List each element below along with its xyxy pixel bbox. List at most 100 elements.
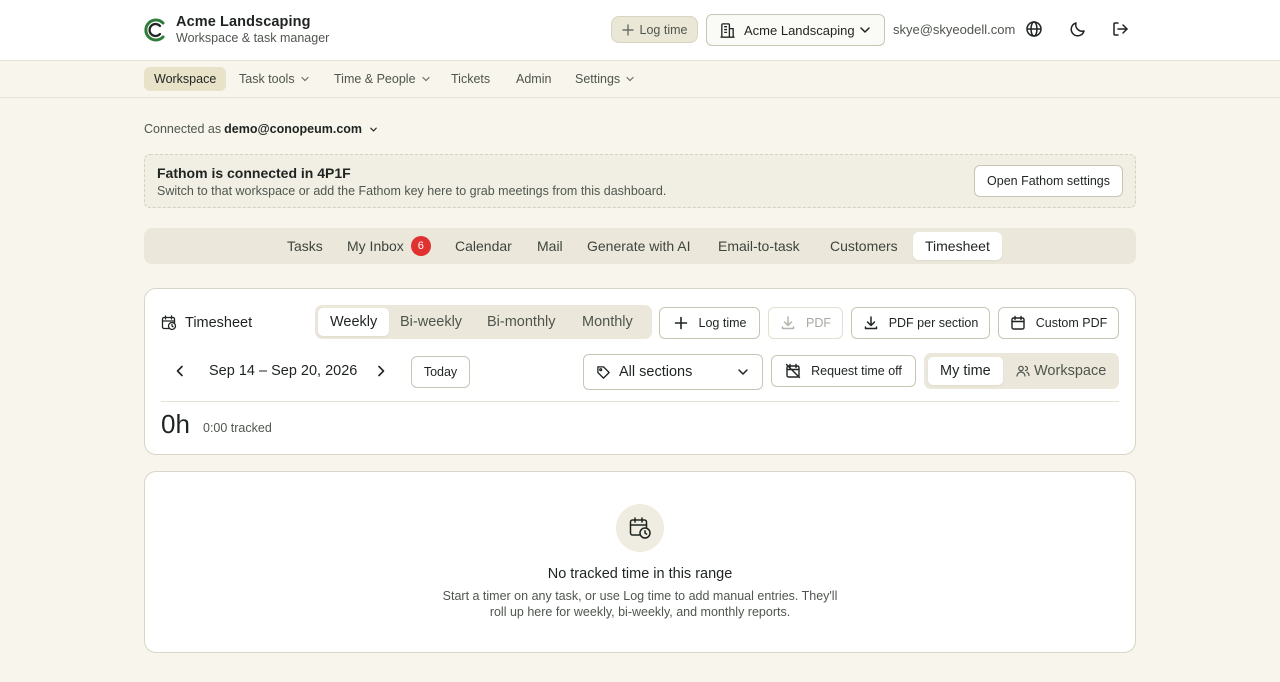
total-hours: 0h	[161, 409, 190, 439]
chevron-down-icon	[370, 127, 377, 132]
nav-task-tools[interactable]: Task tools	[229, 67, 320, 91]
custom-pdf-label: Custom PDF	[1035, 316, 1108, 330]
tab-label: My Inbox	[347, 238, 404, 254]
nav-label: Tickets	[451, 72, 491, 86]
chevron-down-icon	[626, 76, 634, 82]
fathom-banner: Fathom is connected in 4P1F Switch to th…	[144, 154, 1136, 208]
tab-timesheet[interactable]: Timesheet	[913, 232, 1002, 260]
tab-generate-with-ai[interactable]: Generate with AI	[575, 232, 703, 260]
tab-email-to-task[interactable]: Email-to-task	[706, 232, 812, 260]
chevron-down-icon	[738, 369, 748, 375]
open-fathom-settings-button[interactable]: Open Fathom settings	[974, 165, 1123, 197]
tab-label: Generate with AI	[587, 238, 691, 254]
header-log-time-button[interactable]: Log time	[611, 16, 698, 43]
tab-my-inbox[interactable]: My Inbox 6	[335, 232, 443, 260]
scope-workspace[interactable]: Workspace	[1004, 357, 1118, 385]
header-log-time-label: Log time	[639, 22, 688, 37]
period-bi-monthly[interactable]: Bi-monthly	[475, 308, 568, 336]
user-email: skye@skyeodell.com	[893, 22, 1016, 37]
nav-label: Workspace	[154, 72, 217, 86]
scope-toggle: My time Workspace	[924, 353, 1119, 389]
building-icon	[720, 22, 735, 38]
chevron-right-icon[interactable]	[373, 363, 389, 379]
pdf-button[interactable]: PDF	[768, 307, 843, 339]
timesheet-card: Timesheet Weekly Bi-weekly Bi-monthly Mo…	[144, 288, 1136, 455]
custom-pdf-button[interactable]: Custom PDF	[998, 307, 1119, 339]
brand[interactable]: Acme Landscaping Workspace & task manage…	[144, 14, 329, 46]
request-time-off-button[interactable]: Request time off	[771, 355, 916, 387]
calendar-clock-icon	[161, 315, 177, 331]
date-range: Sep 14 – Sep 20, 2026	[209, 363, 358, 379]
pdf-per-section-button[interactable]: PDF per section	[851, 307, 990, 339]
chevron-down-icon	[300, 76, 309, 82]
period-toggle: Weekly Bi-weekly Bi-monthly Monthly	[315, 305, 652, 339]
fathom-title: Fathom is connected in 4P1F	[157, 165, 351, 181]
top-header: Acme Landscaping Workspace & task manage…	[0, 0, 1280, 61]
period-bi-weekly[interactable]: Bi-weekly	[388, 308, 474, 336]
tracked-time: 0:00 tracked	[203, 421, 272, 435]
tab-label: Timesheet	[925, 238, 990, 254]
logout-icon[interactable]	[1111, 20, 1129, 38]
timesheet-title: Timesheet	[161, 315, 252, 331]
inbox-count-badge: 6	[410, 236, 431, 256]
period-weekly[interactable]: Weekly	[318, 308, 390, 336]
nav-settings[interactable]: Settings	[565, 67, 645, 91]
fathom-description: Switch to that workspace or add the Fath…	[157, 184, 667, 198]
nav-label: Settings	[575, 72, 621, 86]
nav-time-people[interactable]: Time & People	[324, 67, 441, 91]
request-time-off-label: Request time off	[811, 364, 902, 378]
workspace-select-value: Acme Landscaping	[744, 22, 855, 38]
pdf-label: PDF	[806, 316, 831, 330]
section-tabs: Tasks My Inbox 6 Calendar Mail Generate w…	[144, 228, 1136, 264]
nav-admin[interactable]: Admin	[506, 67, 561, 91]
timesheet-title-label: Timesheet	[185, 315, 253, 331]
plus-icon	[674, 316, 687, 330]
sections-select[interactable]: All sections	[583, 354, 763, 390]
connected-account-email: demo@conopeum.com	[224, 122, 363, 136]
plus-icon	[621, 23, 634, 36]
chevron-left-icon[interactable]	[172, 363, 188, 379]
tab-label: Calendar	[455, 238, 512, 254]
scope-workspace-label: Workspace	[1034, 363, 1107, 379]
calendar-off-icon	[785, 363, 801, 379]
log-time-button[interactable]: Log time	[659, 307, 760, 339]
log-time-label: Log time	[698, 316, 747, 330]
calendar-icon	[1011, 315, 1025, 330]
scope-my-time[interactable]: My time	[928, 357, 1003, 385]
chevron-down-icon	[860, 27, 870, 33]
tab-label: Customers	[830, 238, 898, 254]
empty-state-title: No tracked time in this range	[547, 566, 733, 582]
empty-state-card: No tracked time in this range Start a ti…	[144, 471, 1136, 653]
connected-account[interactable]: Connected as demo@conopeum.com	[144, 122, 379, 136]
today-button[interactable]: Today	[411, 356, 470, 388]
nav-label: Task tools	[239, 72, 295, 86]
brand-name: Acme Landscaping	[176, 14, 311, 30]
empty-state-icon-wrap	[616, 504, 664, 552]
tab-calendar[interactable]: Calendar	[443, 232, 524, 260]
nav-tickets[interactable]: Tickets	[441, 67, 500, 91]
nav-workspace[interactable]: Workspace	[144, 67, 227, 91]
period-monthly[interactable]: Monthly	[570, 308, 645, 336]
nav-label: Time & People	[334, 72, 416, 86]
moon-icon[interactable]	[1069, 20, 1087, 38]
tab-customers[interactable]: Customers	[818, 232, 910, 260]
divider	[161, 401, 1119, 402]
workspace-select[interactable]: Acme Landscaping	[706, 14, 885, 46]
calendar-clock-icon	[629, 517, 651, 539]
brand-subtitle: Workspace & task manager	[176, 31, 330, 45]
tab-mail[interactable]: Mail	[525, 232, 575, 260]
pdf-per-section-label: PDF per section	[888, 316, 979, 330]
nav-label: Admin	[516, 72, 552, 86]
download-icon	[864, 316, 877, 330]
tag-icon	[597, 365, 610, 379]
tab-tasks[interactable]: Tasks	[275, 232, 335, 260]
chevron-down-icon	[421, 76, 430, 82]
download-icon	[781, 316, 795, 330]
sections-select-value: All sections	[619, 364, 693, 380]
tab-label: Mail	[537, 238, 563, 254]
tab-label: Tasks	[287, 238, 323, 254]
tab-label: Email-to-task	[718, 238, 800, 254]
brand-logo-icon	[144, 18, 165, 42]
globe-icon[interactable]	[1025, 20, 1043, 38]
empty-state-description: Start a timer on any task, or use Log ti…	[442, 589, 838, 619]
